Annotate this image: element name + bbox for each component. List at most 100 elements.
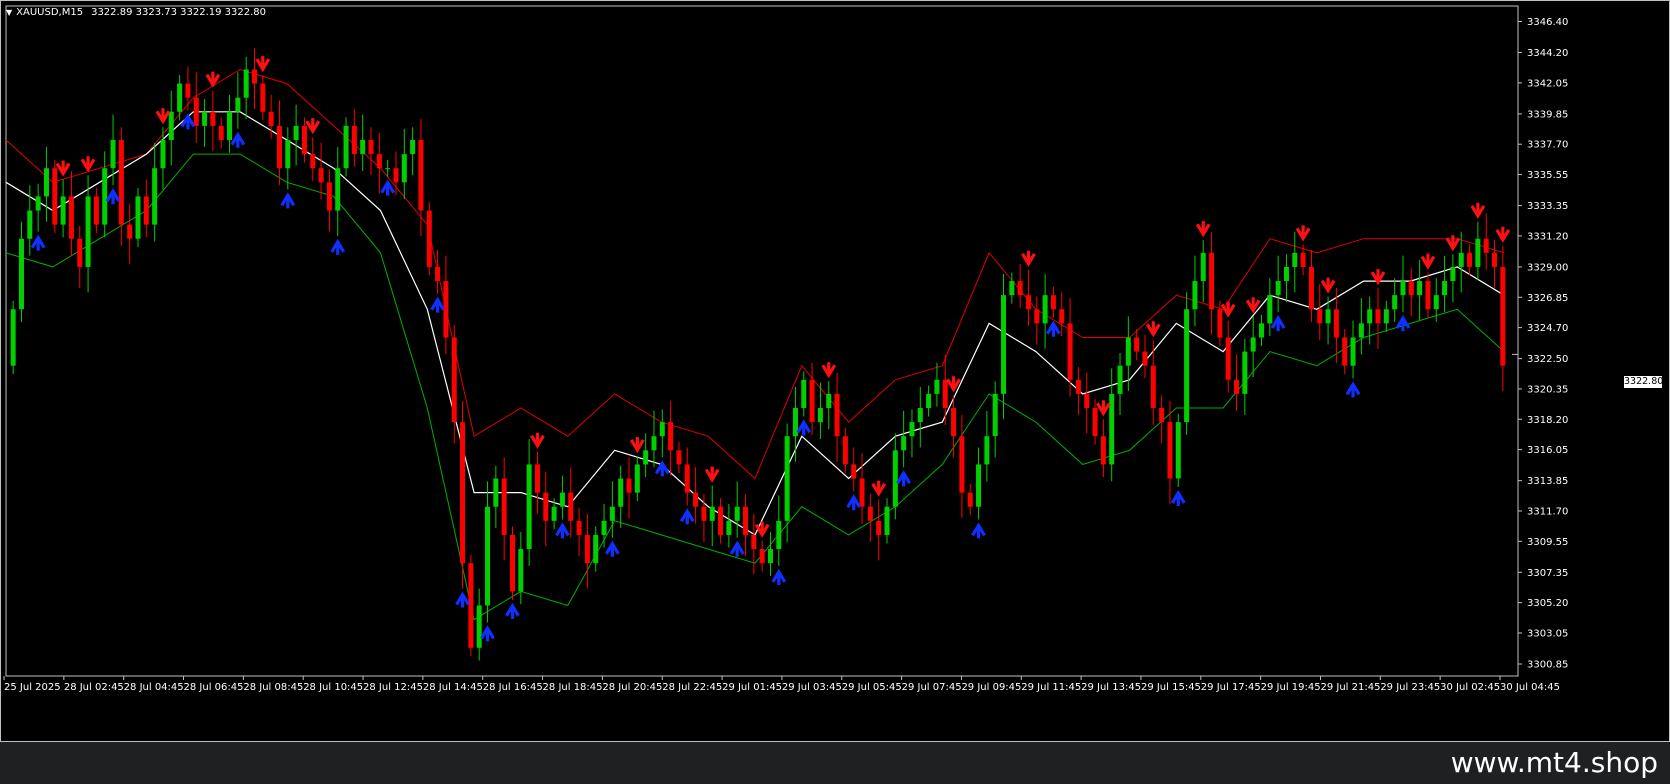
price-chart[interactable]: 3346.40 3344.20 3342.05 3339.85 3337.70 3335.… xyxy=(0,0,1670,742)
buy-signal-arrow-icon xyxy=(729,540,745,557)
chart-header: ▼ XAUUSD,M15 3322.89 3323.73 3322.19 332… xyxy=(6,5,266,19)
candle-body xyxy=(1134,337,1140,352)
candle-body xyxy=(476,605,482,648)
candle-body xyxy=(709,506,715,521)
sell-signal-arrow-icon xyxy=(1320,277,1336,294)
candle-body xyxy=(1442,281,1448,296)
candle-body xyxy=(534,464,540,493)
x-tick-label: 28 Jul 18:45 xyxy=(543,682,603,693)
candle-body xyxy=(784,436,790,521)
candle-body xyxy=(210,111,216,126)
candle-body xyxy=(493,478,499,507)
candle-body xyxy=(35,196,41,211)
candle-body xyxy=(518,549,524,592)
candle-body xyxy=(1300,252,1306,267)
candle-body xyxy=(984,436,990,465)
candle-body xyxy=(243,69,249,98)
y-tick-label: 3331.20 xyxy=(1527,231,1568,242)
candle-body xyxy=(1242,351,1248,394)
candle-body xyxy=(1125,337,1131,366)
sell-signal-arrow-icon xyxy=(1470,202,1486,219)
candle-body xyxy=(1467,252,1473,267)
sell-signal-arrow-icon xyxy=(704,466,720,483)
y-tick-label: 3309.55 xyxy=(1527,537,1568,548)
buy-signal-arrow-icon xyxy=(330,238,346,255)
candle-body xyxy=(1450,266,1456,282)
candle-body xyxy=(1275,281,1281,296)
candle-body xyxy=(1025,295,1031,310)
sell-signal-arrow-icon xyxy=(1021,250,1036,267)
y-tick-label: 3307.35 xyxy=(1527,568,1568,579)
candle-body xyxy=(801,379,807,408)
candle-body xyxy=(926,393,932,408)
candle-body xyxy=(951,408,957,437)
buy-signal-arrow-icon xyxy=(771,568,787,585)
candle-body xyxy=(1075,379,1081,394)
candle-body xyxy=(202,111,208,126)
sell-signal-arrow-icon xyxy=(530,432,545,449)
lower-band-line xyxy=(5,153,1505,621)
candle-body xyxy=(393,168,399,183)
x-tick-label: 29 Jul 03:45 xyxy=(782,682,842,693)
candle-body xyxy=(1433,295,1439,310)
candle-body xyxy=(310,154,316,169)
candle-body xyxy=(127,224,133,239)
buy-signal-arrow-icon xyxy=(1395,314,1411,332)
buy-signal-arrow-icon xyxy=(896,470,912,487)
sell-signal-arrow-icon xyxy=(821,362,837,379)
candle-body xyxy=(726,520,732,535)
candle-body xyxy=(93,196,99,225)
candle-body xyxy=(1417,281,1423,296)
x-tick-label: 29 Jul 11:45 xyxy=(1021,682,1081,693)
sell-signal-arrow-icon xyxy=(1195,221,1211,238)
buy-signal-arrow-icon xyxy=(1270,314,1286,332)
candle-body xyxy=(1283,266,1289,282)
buy-signal-arrow-icon xyxy=(971,522,986,539)
candle-body xyxy=(335,168,341,211)
candle-body xyxy=(193,97,199,126)
candle-body xyxy=(618,478,624,507)
candle-body xyxy=(185,83,191,98)
sell-signal-arrow-icon xyxy=(205,71,221,88)
candle-body xyxy=(260,83,266,112)
candle-body xyxy=(1209,252,1215,310)
candle-body xyxy=(826,393,832,408)
candle-body xyxy=(1317,309,1323,324)
candle-body xyxy=(235,97,241,112)
candle-body xyxy=(584,534,590,564)
y-tick-label: 3333.35 xyxy=(1527,201,1568,212)
candle-body xyxy=(559,492,565,507)
candle-body xyxy=(934,379,940,394)
buy-signal-arrow-icon xyxy=(1170,489,1186,506)
footer-bar: www.mt4.shop xyxy=(0,742,1670,784)
triangle-down-icon[interactable]: ▼ xyxy=(6,8,12,17)
candle-body xyxy=(1492,252,1498,267)
candle-body xyxy=(684,464,690,493)
x-tick-label: 28 Jul 02:45 xyxy=(64,682,124,693)
candle-body xyxy=(901,436,907,451)
candle-body xyxy=(318,168,324,183)
y-tick-label: 3326.85 xyxy=(1527,293,1568,304)
buy-signal-arrow-icon xyxy=(505,602,520,619)
plot-area[interactable] xyxy=(5,5,1519,677)
candle-body xyxy=(401,154,407,183)
buy-signal-arrow-icon xyxy=(1345,381,1361,398)
buy-signal-arrow-icon xyxy=(430,296,445,313)
candle-body xyxy=(52,168,58,225)
candle-body xyxy=(351,125,357,155)
candle-body xyxy=(909,422,915,437)
current-price-tag: 3322.80 xyxy=(1624,376,1664,388)
candle-body xyxy=(693,492,699,507)
y-tick-label: 3339.85 xyxy=(1527,109,1568,120)
sell-signal-arrow-icon xyxy=(1370,269,1386,286)
x-tick-label: 29 Jul 13:45 xyxy=(1081,682,1141,693)
sell-signal-arrow-icon xyxy=(1220,301,1236,318)
y-tick-label: 3324.70 xyxy=(1527,323,1568,334)
candle-body xyxy=(967,492,973,507)
candle-body xyxy=(1258,323,1264,338)
y-tick-label: 3335.55 xyxy=(1527,170,1568,181)
buy-signal-arrow-icon xyxy=(1046,320,1061,337)
candle-body xyxy=(884,506,890,535)
ohlc-readout: 3322.89 3323.73 3322.19 3322.80 xyxy=(91,6,267,18)
candle-body xyxy=(160,140,166,169)
